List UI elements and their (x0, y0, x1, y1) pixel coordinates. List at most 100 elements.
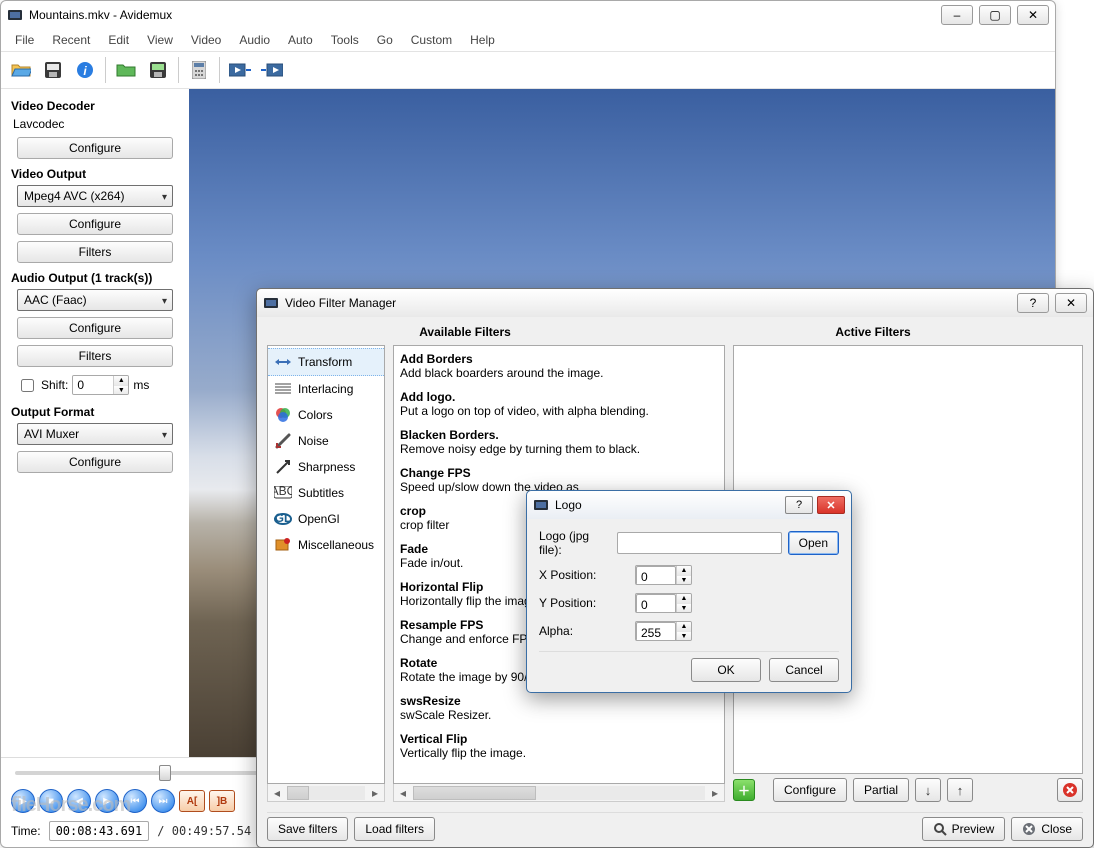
output-format-configure-button[interactable]: Configure (17, 451, 173, 473)
menu-auto[interactable]: Auto (280, 31, 321, 49)
spin-down-icon[interactable]: ▼ (677, 604, 691, 613)
video-output-filters-button[interactable]: Filters (17, 241, 173, 263)
info-icon[interactable]: i (70, 55, 100, 85)
save-filters-button[interactable]: Save filters (267, 817, 348, 841)
time-value[interactable]: 00:08:43.691 (49, 821, 150, 841)
play-button[interactable]: ▶ (11, 789, 35, 813)
audio-output-filters-button[interactable]: Filters (17, 345, 173, 367)
filter-item-blacken-borders[interactable]: Blacken Borders.Remove noisy edge by tur… (394, 424, 724, 462)
category-sharpness[interactable]: Sharpness (268, 454, 384, 480)
set-marker-b-button[interactable]: ]B (209, 790, 235, 812)
spin-up-icon[interactable]: ▲ (677, 566, 691, 576)
scroll-left-icon[interactable]: ◂ (394, 786, 412, 800)
remove-filter-button[interactable] (1057, 778, 1083, 802)
preview-button[interactable]: Preview (922, 817, 1006, 841)
prev-frame-button[interactable]: ◀ (67, 789, 91, 813)
y-position-spinner[interactable]: ▲▼ (635, 593, 692, 613)
add-filter-button[interactable]: ＋ (733, 779, 755, 801)
scroll-left-icon[interactable]: ◂ (268, 786, 286, 800)
video-output-select[interactable]: Mpeg4 AVC (x264) (17, 185, 173, 207)
menu-go[interactable]: Go (369, 31, 401, 49)
move-down-button[interactable]: ↓ (915, 778, 941, 802)
spin-up-icon[interactable]: ▲ (114, 376, 128, 386)
menu-edit[interactable]: Edit (100, 31, 137, 49)
logo-open-button[interactable]: Open (788, 531, 839, 555)
play-begin-icon[interactable] (225, 55, 255, 85)
audio-output-select[interactable]: AAC (Faac) (17, 289, 173, 311)
logo-file-input[interactable] (617, 532, 782, 554)
menu-file[interactable]: File (7, 31, 42, 49)
category-transform[interactable]: Transform (268, 348, 384, 376)
close-filter-button[interactable]: Close (1011, 817, 1083, 841)
category-subtitles[interactable]: ABC Subtitles (268, 480, 384, 506)
configure-filter-button[interactable]: Configure (773, 778, 847, 802)
stop-button[interactable]: ■ (39, 789, 63, 813)
menu-video[interactable]: Video (183, 31, 229, 49)
minimize-button[interactable]: ‒ (941, 5, 973, 25)
category-misc[interactable]: Miscellaneous (268, 532, 384, 558)
filter-item-add-borders[interactable]: Add BordersAdd black boarders around the… (394, 348, 724, 386)
close-button[interactable]: ✕ (1017, 5, 1049, 25)
category-noise[interactable]: Noise (268, 428, 384, 454)
x-position-input[interactable] (636, 566, 676, 585)
main-titlebar[interactable]: Mountains.mkv - Avidemux ‒ ▢ ✕ (1, 1, 1055, 29)
menu-audio[interactable]: Audio (231, 31, 278, 49)
spin-down-icon[interactable]: ▼ (114, 386, 128, 395)
filter-item-add-logo[interactable]: Add logo.Put a logo on top of video, wit… (394, 386, 724, 424)
menu-tools[interactable]: Tools (323, 31, 367, 49)
filter-item-swsresize[interactable]: swsResizeswScale Resizer. (394, 690, 724, 728)
menu-custom[interactable]: Custom (403, 31, 460, 49)
open-file-icon[interactable] (6, 55, 36, 85)
filters-hscroll[interactable]: ◂▸ (393, 784, 725, 802)
play-end-icon[interactable] (257, 55, 287, 85)
output-format-select[interactable]: AVI Muxer (17, 423, 173, 445)
filter-help-button[interactable]: ? (1017, 293, 1049, 313)
menu-recent[interactable]: Recent (44, 31, 98, 49)
category-hscroll[interactable]: ◂▸ (267, 784, 385, 802)
filter-close-button[interactable]: ✕ (1055, 293, 1087, 313)
spin-up-icon[interactable]: ▲ (677, 622, 691, 632)
filter-item-vflip[interactable]: Vertical FlipVertically flip the image. (394, 728, 724, 766)
set-marker-a-button[interactable]: A[ (179, 790, 205, 812)
shift-checkbox[interactable] (21, 379, 34, 392)
calculator-icon[interactable] (184, 55, 214, 85)
category-colors[interactable]: Colors (268, 402, 384, 428)
filter-window-titlebar[interactable]: Video Filter Manager ? ✕ (257, 289, 1093, 317)
logo-ok-button[interactable]: OK (691, 658, 761, 682)
category-list[interactable]: Transform Interlacing Colors Noise (267, 345, 385, 784)
scroll-right-icon[interactable]: ▸ (706, 786, 724, 800)
y-position-input[interactable] (636, 594, 676, 613)
alpha-input[interactable] (636, 622, 676, 641)
logo-close-button[interactable]: ✕ (817, 496, 845, 514)
logo-dialog-titlebar[interactable]: Logo ? ✕ (527, 491, 851, 519)
menu-view[interactable]: View (139, 31, 181, 49)
scroll-thumb[interactable] (287, 786, 309, 800)
x-position-spinner[interactable]: ▲▼ (635, 565, 692, 585)
video-decoder-configure-button[interactable]: Configure (17, 137, 173, 159)
timeline-thumb[interactable] (159, 765, 171, 781)
spin-down-icon[interactable]: ▼ (677, 632, 691, 641)
move-up-button[interactable]: ↑ (947, 778, 973, 802)
partial-filter-button[interactable]: Partial (853, 778, 909, 802)
save-project-icon[interactable] (143, 55, 173, 85)
menu-help[interactable]: Help (462, 31, 503, 49)
load-filters-button[interactable]: Load filters (354, 817, 435, 841)
shift-input[interactable] (73, 376, 113, 394)
scroll-right-icon[interactable]: ▸ (366, 786, 384, 800)
scroll-thumb[interactable] (413, 786, 536, 800)
category-opengl[interactable]: GL OpenGl (268, 506, 384, 532)
spin-up-icon[interactable]: ▲ (677, 594, 691, 604)
category-interlacing[interactable]: Interlacing (268, 376, 384, 402)
prev-keyframe-button[interactable]: ⏮ (123, 789, 147, 813)
shift-spinner[interactable]: ▲▼ (72, 375, 129, 395)
video-output-configure-button[interactable]: Configure (17, 213, 173, 235)
alpha-spinner[interactable]: ▲▼ (635, 621, 692, 641)
logo-help-button[interactable]: ? (785, 496, 813, 514)
next-frame-button[interactable]: ▶ (95, 789, 119, 813)
audio-output-configure-button[interactable]: Configure (17, 317, 173, 339)
next-keyframe-button[interactable]: ⏭ (151, 789, 175, 813)
logo-cancel-button[interactable]: Cancel (769, 658, 839, 682)
spin-down-icon[interactable]: ▼ (677, 576, 691, 585)
open-project-icon[interactable] (111, 55, 141, 85)
save-icon[interactable] (38, 55, 68, 85)
